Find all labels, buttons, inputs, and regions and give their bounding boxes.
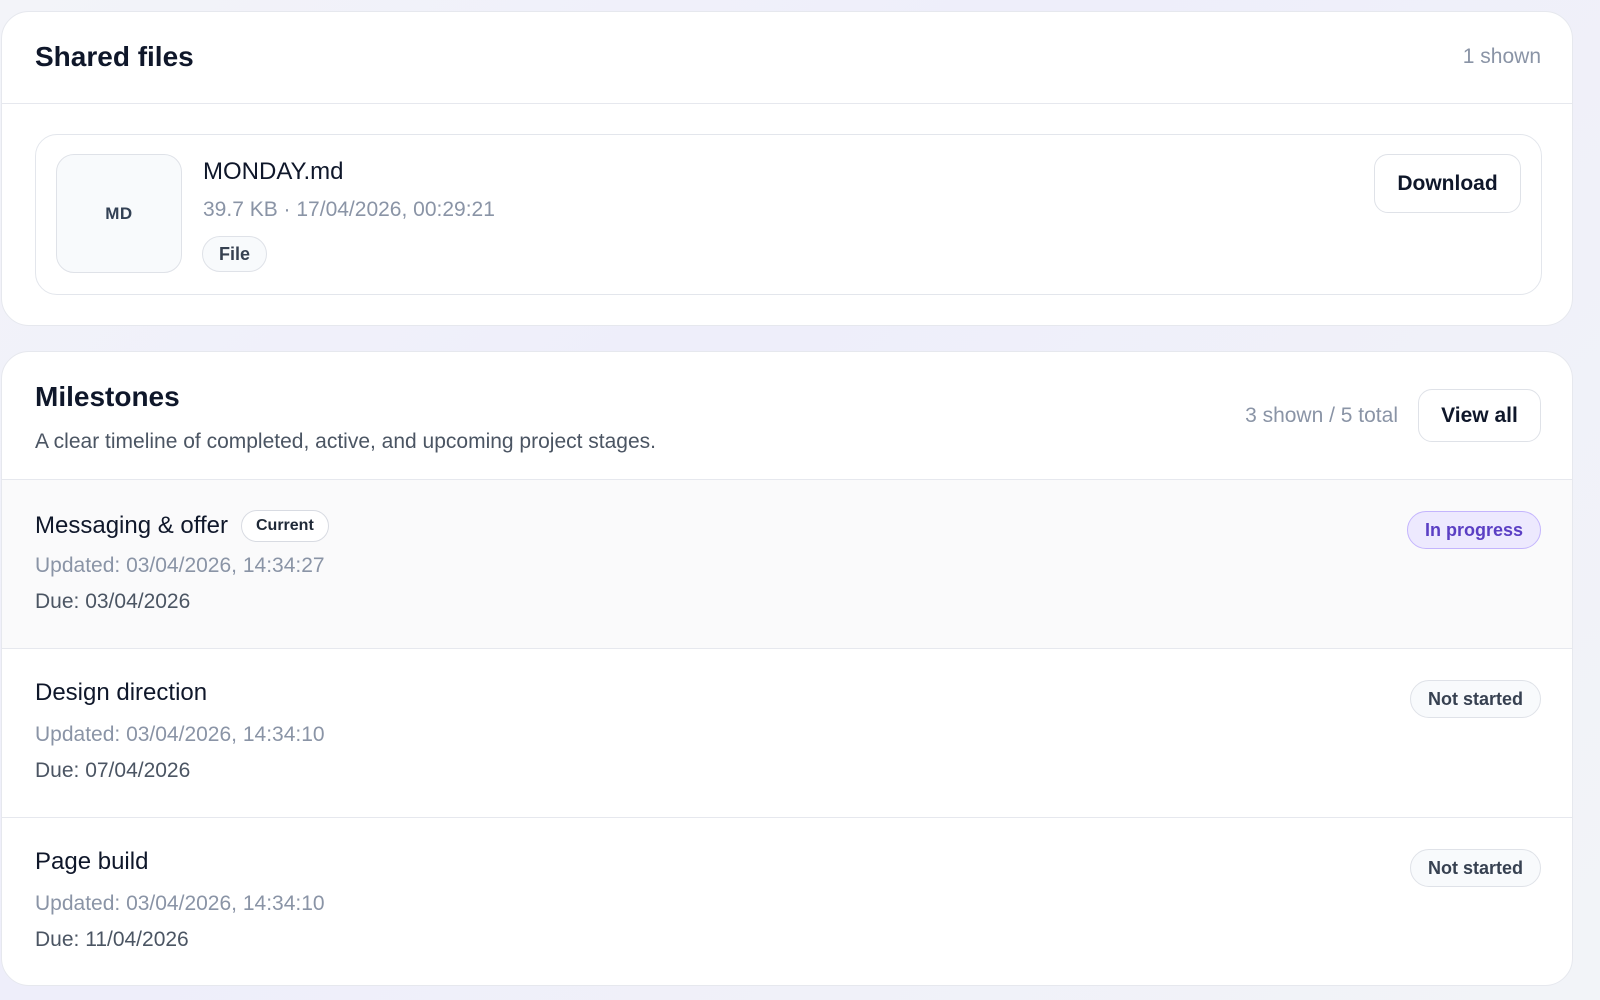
milestone-updated: Updated: 03/04/2026, 14:34:10 <box>35 723 325 746</box>
file-item: MD MONDAY.md 39.7 KB · 17/04/2026, 00:29… <box>35 134 1542 295</box>
milestone-title: Messaging & offer <box>35 512 228 539</box>
milestone-title-line: Messaging & offer Current <box>35 510 329 542</box>
milestone-row[interactable]: Page build Updated: 03/04/2026, 14:34:10… <box>2 818 1572 985</box>
milestone-title-line: Design direction <box>35 679 207 707</box>
shared-files-title: Shared files <box>35 41 194 72</box>
milestones-header-actions: 3 shown / 5 total View all <box>1245 389 1541 442</box>
milestone-row[interactable]: Messaging & offer Current Updated: 03/04… <box>2 480 1572 649</box>
download-button[interactable]: Download <box>1374 154 1521 213</box>
shared-files-card: Shared files 1 shown MD MONDAY.md 39.7 K… <box>1 11 1573 326</box>
milestones-card: Milestones A clear timeline of completed… <box>1 351 1573 986</box>
milestones-subtitle: A clear timeline of completed, active, a… <box>35 430 656 453</box>
milestone-updated: Updated: 03/04/2026, 14:34:27 <box>35 554 325 577</box>
shared-files-header: Shared files 1 shown <box>2 12 1572 104</box>
milestone-updated: Updated: 03/04/2026, 14:34:10 <box>35 892 325 915</box>
status-badge: Not started <box>1409 849 1541 887</box>
milestone-due: Due: 11/04/2026 <box>35 928 189 951</box>
milestone-row[interactable]: Design direction Updated: 03/04/2026, 14… <box>2 649 1572 818</box>
milestones-count: 3 shown / 5 total <box>1245 403 1398 427</box>
current-tag: Current <box>241 510 329 542</box>
milestone-title: Design direction <box>35 679 208 706</box>
status-badge: In progress <box>1406 511 1541 549</box>
milestone-title-line: Page build <box>35 848 148 876</box>
file-meta: 39.7 KB · 17/04/2026, 00:29:21 <box>203 198 495 221</box>
milestone-title: Page build <box>35 848 149 875</box>
milestones-title: Milestones <box>35 381 180 412</box>
view-all-button[interactable]: View all <box>1418 389 1541 442</box>
milestones-header: Milestones A clear timeline of completed… <box>2 352 1572 480</box>
status-badge: Not started <box>1409 680 1541 718</box>
milestone-due: Due: 03/04/2026 <box>35 590 191 613</box>
file-name: MONDAY.md <box>203 158 344 185</box>
shared-files-count: 1 shown <box>1462 45 1541 68</box>
file-type-icon: MD <box>56 154 182 273</box>
milestone-due: Due: 07/04/2026 <box>35 759 191 782</box>
file-type-chip: File <box>202 236 268 272</box>
